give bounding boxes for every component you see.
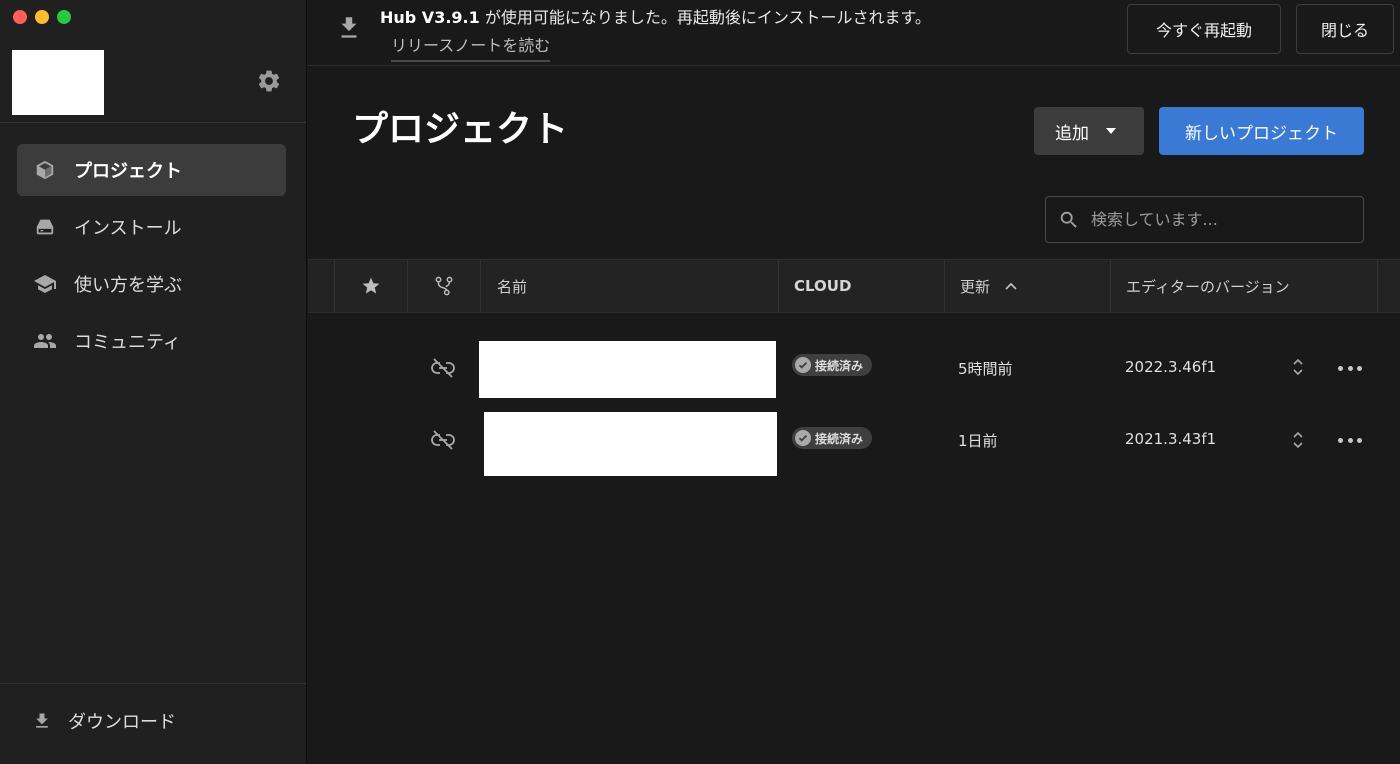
updated-header-label: 更新 <box>960 277 991 296</box>
editor-version: 2022.3.46f1 <box>1125 358 1217 376</box>
release-notes-link[interactable]: リリースノートを読む <box>391 32 551 62</box>
add-label: 追加 <box>1055 123 1089 144</box>
caret-down-icon <box>1106 128 1116 134</box>
drive-icon <box>33 215 57 239</box>
sidebar-item-label: プロジェクト <box>74 161 182 182</box>
update-banner: Hub V3.9.1 が使用可能になりました。再起動後にインストールされます。 … <box>308 0 1400 66</box>
page-title: プロジェクト <box>352 109 569 150</box>
close-banner-button[interactable]: 閉じる <box>1296 4 1394 54</box>
add-project-dropdown-button[interactable]: 追加 <box>1034 107 1144 155</box>
cloud-status-label: 接続済み <box>815 358 864 373</box>
project-name-redacted[interactable] <box>479 341 776 398</box>
update-message: Hub V3.9.1 が使用可能になりました。再起動後にインストールされます。 <box>380 4 931 28</box>
version-control-column-header[interactable] <box>407 260 480 312</box>
name-column-header[interactable]: 名前 <box>480 260 778 312</box>
project-name-redacted[interactable] <box>484 412 777 476</box>
close-window-button[interactable] <box>13 10 27 24</box>
select-arrows-icon[interactable] <box>1291 429 1305 451</box>
cube-icon <box>33 158 57 182</box>
graduation-cap-icon <box>33 272 57 296</box>
updated-time: 5時間前 <box>958 360 1013 378</box>
favorite-column-header[interactable] <box>334 260 407 312</box>
check-icon <box>795 357 811 373</box>
sidebar-item-label: インストール <box>74 218 182 239</box>
sidebar-item-label: コミュニティ <box>74 332 181 353</box>
cloud-status-badge: 接続済み <box>792 354 873 376</box>
main-panel: Hub V3.9.1 が使用可能になりました。再起動後にインストールされます。 … <box>308 0 1400 764</box>
search-input[interactable] <box>1091 210 1341 229</box>
window-controls <box>13 10 71 24</box>
star-icon <box>362 277 380 294</box>
sidebar-item-projects[interactable]: プロジェクト <box>17 144 286 196</box>
sidebar-divider <box>0 683 306 684</box>
sidebar-divider <box>0 122 306 123</box>
restart-now-button[interactable]: 今すぐ再起動 <box>1127 4 1281 54</box>
search-icon <box>1060 211 1077 228</box>
select-arrows-icon[interactable] <box>1291 356 1305 378</box>
updated-column-header[interactable]: 更新 <box>944 260 1110 312</box>
sidebar-download-link[interactable]: ダウンロード <box>30 708 176 734</box>
cloud-status-badge: 接続済み <box>792 427 873 449</box>
sidebar-item-community[interactable]: コミュニティ <box>17 315 286 367</box>
sidebar-item-installs[interactable]: インストール <box>17 201 286 253</box>
editor-version: 2021.3.43f1 <box>1125 430 1217 448</box>
cloud-status-label: 接続済み <box>815 431 864 446</box>
more-options-button[interactable] <box>1338 436 1362 444</box>
cloud-column-header[interactable]: CLOUD <box>778 260 944 312</box>
branch-icon <box>435 276 453 296</box>
sidebar-item-learn[interactable]: 使い方を学ぶ <box>17 258 286 310</box>
sort-ascending-icon <box>1005 282 1017 290</box>
download-icon <box>30 709 54 733</box>
new-project-button[interactable]: 新しいプロジェクト <box>1159 107 1364 155</box>
table-row[interactable]: 接続済み 5時間前 2022.3.46f1 <box>308 334 1400 400</box>
search-box[interactable] <box>1045 196 1364 243</box>
table-header: 名前 CLOUD 更新 エディターのバージョン <box>308 259 1400 313</box>
unlinked-icon <box>431 430 455 450</box>
update-version: Hub V3.9.1 <box>380 8 480 27</box>
updated-time: 1日前 <box>958 432 998 450</box>
update-message-text: が使用可能になりました。再起動後にインストールされます。 <box>479 8 931 27</box>
minimize-window-button[interactable] <box>35 10 49 24</box>
editor-version-column-header[interactable]: エディターのバージョン <box>1110 260 1378 312</box>
check-icon <box>795 430 811 446</box>
people-icon <box>33 329 57 353</box>
more-options-button[interactable] <box>1338 364 1362 372</box>
table-row[interactable]: 接続済み 1日前 2021.3.43f1 <box>308 406 1400 476</box>
maximize-window-button[interactable] <box>57 10 71 24</box>
gear-icon <box>258 70 280 92</box>
download-label: ダウンロード <box>68 712 176 733</box>
download-icon <box>341 17 357 38</box>
sidebar: プロジェクト インストール 使い方を学ぶ コミュニティ ダウンロード <box>0 0 307 764</box>
sidebar-nav: プロジェクト インストール 使い方を学ぶ コミュニティ <box>17 144 286 372</box>
account-avatar[interactable] <box>12 50 104 115</box>
unlinked-icon <box>431 358 455 378</box>
sidebar-item-label: 使い方を学ぶ <box>74 275 182 296</box>
settings-button[interactable] <box>256 68 282 94</box>
